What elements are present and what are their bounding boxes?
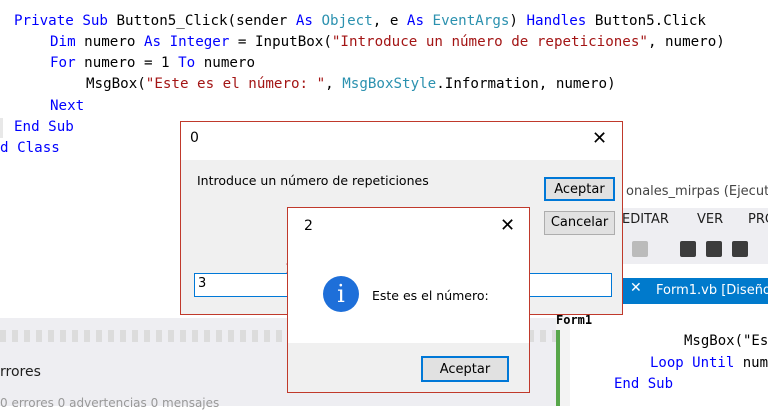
new-file-icon[interactable] [632,241,648,257]
change-indicator [556,330,560,406]
code-line-2: Dim numero As Integer = InputBox("Introd… [50,34,725,50]
menu-editar[interactable]: EDITAR [622,212,669,227]
open-icon[interactable] [680,241,696,257]
save-all-icon[interactable] [732,241,748,257]
menu-ver[interactable]: VER [697,212,723,227]
code-line-5: Next [50,98,85,114]
save-icon[interactable] [706,241,722,257]
code-line-1: Private Sub Button5_Click(sender As Obje… [14,13,706,29]
input-dialog-title: 0 [190,130,199,146]
close-icon[interactable]: ✕ [500,215,515,236]
input-dialog-titlebar[interactable] [181,122,622,160]
message-text: Este es el número: [372,288,489,303]
document-tab-label: Form1.vb [Diseño [656,283,768,298]
code-line-6: End Sub [14,119,74,135]
error-list-status: 0 errores 0 advertencias 0 mensajes [0,396,220,410]
code-line-7: d Class [0,140,60,156]
code2-line-1: MsgBox("Es [684,333,768,349]
tab-close-icon[interactable]: ✕ [630,280,642,296]
code2-line-2: Loop Until num [650,355,768,371]
input-dialog-prompt: Introduce un número de repeticiones [197,173,429,188]
message-dialog-title: 2 [304,218,313,234]
information-icon: i [323,276,359,312]
message-ok-button[interactable]: Aceptar [421,356,509,382]
error-list-tab[interactable]: rrores [0,364,41,380]
message-dialog-body [288,208,529,343]
close-icon[interactable]: ✕ [592,128,607,149]
code-line-3: For numero = 1 To numero [50,55,256,71]
input-cancel-button[interactable]: Cancelar [544,211,615,235]
vs-window-title: onales_mirpas (Ejecut [626,184,768,199]
code-line-4: MsgBox("Este es el número: ", MsgBoxStyl… [86,76,616,92]
code2-line-3: End Sub [614,376,674,392]
input-ok-button[interactable]: Aceptar [544,177,615,201]
code-margin-marker [0,118,3,138]
menu-proyecto[interactable]: PRO [748,212,768,227]
